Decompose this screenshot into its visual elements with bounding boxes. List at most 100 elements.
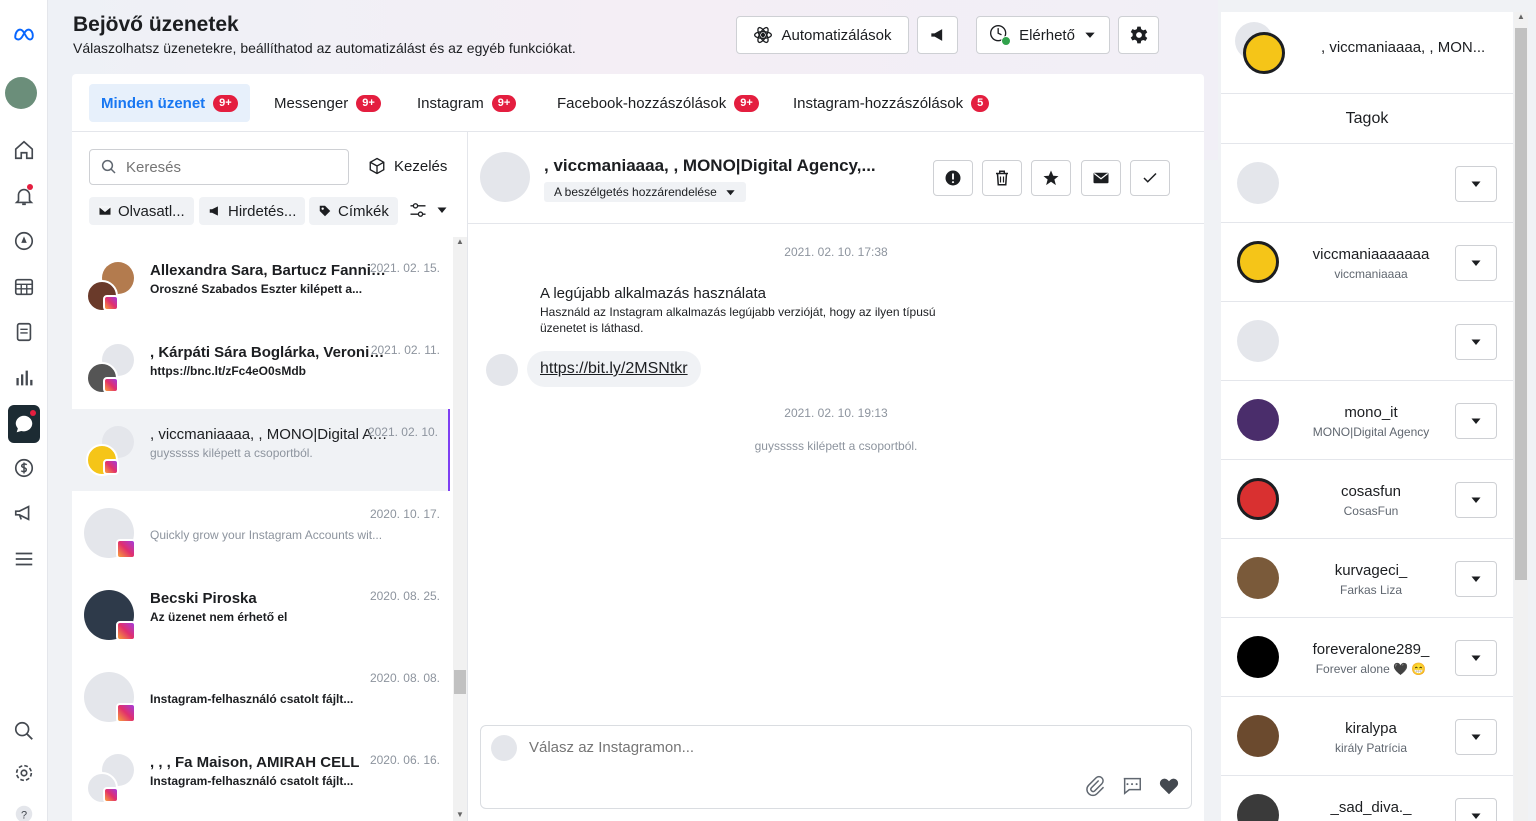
automations-label: Automatizálások	[781, 26, 892, 44]
conversation-date: 2020. 06. 16.	[369, 753, 440, 767]
envelope-icon	[1093, 172, 1109, 184]
avatar	[1237, 478, 1279, 520]
list-scrollbar[interactable]: ▲ ▼	[453, 237, 467, 821]
member-name: Forever alone 🖤 😁	[1315, 662, 1427, 676]
mark-spam-button[interactable]	[933, 160, 973, 196]
saved-replies-icon[interactable]	[1121, 775, 1143, 797]
conversation-item[interactable]: Instagram-felhasználó csatolt fájlt... 2…	[72, 655, 450, 737]
tab-instagram[interactable]: Instagram 9+	[405, 84, 528, 122]
filter-ads[interactable]: Hirdetés...	[199, 197, 306, 225]
message-link[interactable]: https://bit.ly/2MSNtkr	[527, 351, 701, 387]
avatar	[1237, 557, 1279, 599]
conversation-item[interactable]: Allexandra Sara, Bartucz Fanni, H... Oro…	[72, 245, 450, 327]
filter-unread[interactable]: Olvasatl...	[89, 197, 194, 225]
member-options-dropdown[interactable]	[1455, 482, 1497, 518]
search-nav-icon[interactable]	[8, 715, 40, 747]
member-options-dropdown[interactable]	[1455, 324, 1497, 360]
chat-header: , viccmaniaaaa, , MONO|Digital Agency,..…	[468, 132, 1204, 224]
unread-badge: 9+	[213, 94, 238, 112]
automations-button[interactable]: Automatizálások	[736, 16, 909, 54]
megaphone-icon[interactable]	[8, 497, 40, 529]
system-message-body: Használd az Instagram alkalmazás legújab…	[540, 305, 936, 335]
members-scrollbar[interactable]: ▲	[1514, 12, 1528, 821]
group-name: , viccmaniaaaa, , MON...	[1321, 39, 1486, 56]
mark-unread-button[interactable]	[1081, 160, 1121, 196]
conversation-item[interactable]: Becski Piroska Az üzenet nem érhető el 2…	[72, 573, 450, 655]
search-box[interactable]	[89, 149, 349, 185]
member-username: foreveralone289_	[1312, 641, 1430, 658]
avatar	[1237, 320, 1279, 362]
chevron-down-icon	[1471, 576, 1481, 582]
chevron-down-icon	[1471, 260, 1481, 266]
conversation-date: 2020. 10. 17.	[369, 507, 440, 521]
members-header: , viccmaniaaaa, , MON...	[1221, 12, 1513, 94]
announcement-button[interactable]	[917, 16, 958, 54]
menu-icon[interactable]	[8, 543, 40, 575]
settings-button[interactable]	[1118, 16, 1159, 54]
monetization-icon[interactable]	[8, 452, 40, 484]
assign-conversation-button[interactable]: A beszélgetés hozzárendelése	[544, 182, 746, 202]
conversation-item[interactable]: , Kárpáti Sára Boglárka, Veronika ... ht…	[72, 327, 450, 409]
scrollbar-thumb[interactable]	[1515, 28, 1527, 580]
conversation-item-selected[interactable]: , viccmaniaaaa, , MONO|Digital Age... gu…	[72, 409, 450, 491]
conversation-name: Becski Piroska	[150, 590, 257, 607]
conversation-date: 2021. 02. 10.	[367, 425, 438, 439]
meta-logo-icon[interactable]	[8, 18, 40, 50]
instagram-icon	[116, 621, 136, 641]
search-input[interactable]	[126, 158, 326, 176]
paperclip-icon[interactable]	[1084, 775, 1106, 797]
heart-icon[interactable]	[1158, 775, 1180, 797]
status-dropdown[interactable]: Elérhető	[976, 16, 1110, 54]
settings-nav-icon[interactable]	[8, 757, 40, 789]
compass-icon[interactable]	[8, 225, 40, 257]
conversation-snippet: guysssss kilépett a csoportból.	[150, 446, 313, 460]
member-options-dropdown[interactable]	[1455, 166, 1497, 202]
conversation-snippet: Instagram-felhasználó csatolt fájlt...	[150, 692, 354, 706]
filter-label: Címkék	[338, 202, 389, 220]
automation-icon	[754, 26, 773, 44]
tab-facebook-comments[interactable]: Facebook-hozzászólások 9+	[545, 84, 771, 122]
member-options-dropdown[interactable]	[1455, 245, 1497, 281]
member-username: mono_it	[1344, 404, 1398, 421]
member-name: MONO|Digital Agency	[1312, 425, 1430, 439]
reply-input[interactable]	[529, 739, 1129, 756]
conversation-item[interactable]: , , , Fa Maison, AMIRAH CELL Instagram-f…	[72, 737, 450, 819]
member-row: _sad_diva._	[1221, 776, 1513, 821]
member-options-dropdown[interactable]	[1455, 403, 1497, 439]
avatar	[1237, 399, 1279, 441]
member-options-dropdown[interactable]	[1455, 561, 1497, 597]
chevron-down-icon	[1471, 497, 1481, 503]
notifications-icon[interactable]	[8, 180, 40, 212]
conversation-item[interactable]: Quickly grow your Instagram Accounts wit…	[72, 491, 450, 573]
page-avatar[interactable]	[5, 77, 37, 109]
filter-label: Hirdetés...	[228, 202, 297, 220]
sender-avatar	[486, 354, 518, 386]
system-message-title: A legújabb alkalmazás használata	[540, 285, 766, 302]
pages-icon[interactable]	[8, 316, 40, 348]
member-options-dropdown[interactable]	[1455, 640, 1497, 676]
member-row: cosasfun CosasFun	[1221, 460, 1513, 539]
member-row	[1221, 144, 1513, 223]
filter-settings-button[interactable]	[408, 200, 448, 220]
box-icon	[369, 157, 385, 175]
manage-button[interactable]: Kezelés	[368, 157, 447, 175]
conversation-date: 2020. 08. 25.	[369, 589, 440, 603]
mark-done-button[interactable]	[1130, 160, 1170, 196]
tab-messenger[interactable]: Messenger 9+	[262, 84, 393, 122]
help-icon[interactable]: ?	[8, 798, 40, 821]
tab-instagram-comments[interactable]: Instagram-hozzászólások 5	[781, 84, 1001, 122]
home-icon[interactable]	[8, 134, 40, 166]
member-options-dropdown[interactable]	[1455, 798, 1497, 821]
member-options-dropdown[interactable]	[1455, 719, 1497, 755]
member-row: viccmaniaaaaaaa viccmaniaaaa	[1221, 223, 1513, 302]
tab-label: Instagram	[417, 94, 484, 112]
delete-button[interactable]	[982, 160, 1022, 196]
tab-all-messages[interactable]: Minden üzenet 9+	[89, 84, 250, 122]
scrollbar-thumb[interactable]	[454, 670, 466, 694]
filter-labels[interactable]: Címkék	[309, 197, 398, 225]
table-icon[interactable]	[8, 271, 40, 303]
avatar	[1237, 241, 1279, 283]
star-button[interactable]	[1031, 160, 1071, 196]
insights-icon[interactable]	[8, 362, 40, 394]
inbox-icon[interactable]	[8, 405, 40, 443]
